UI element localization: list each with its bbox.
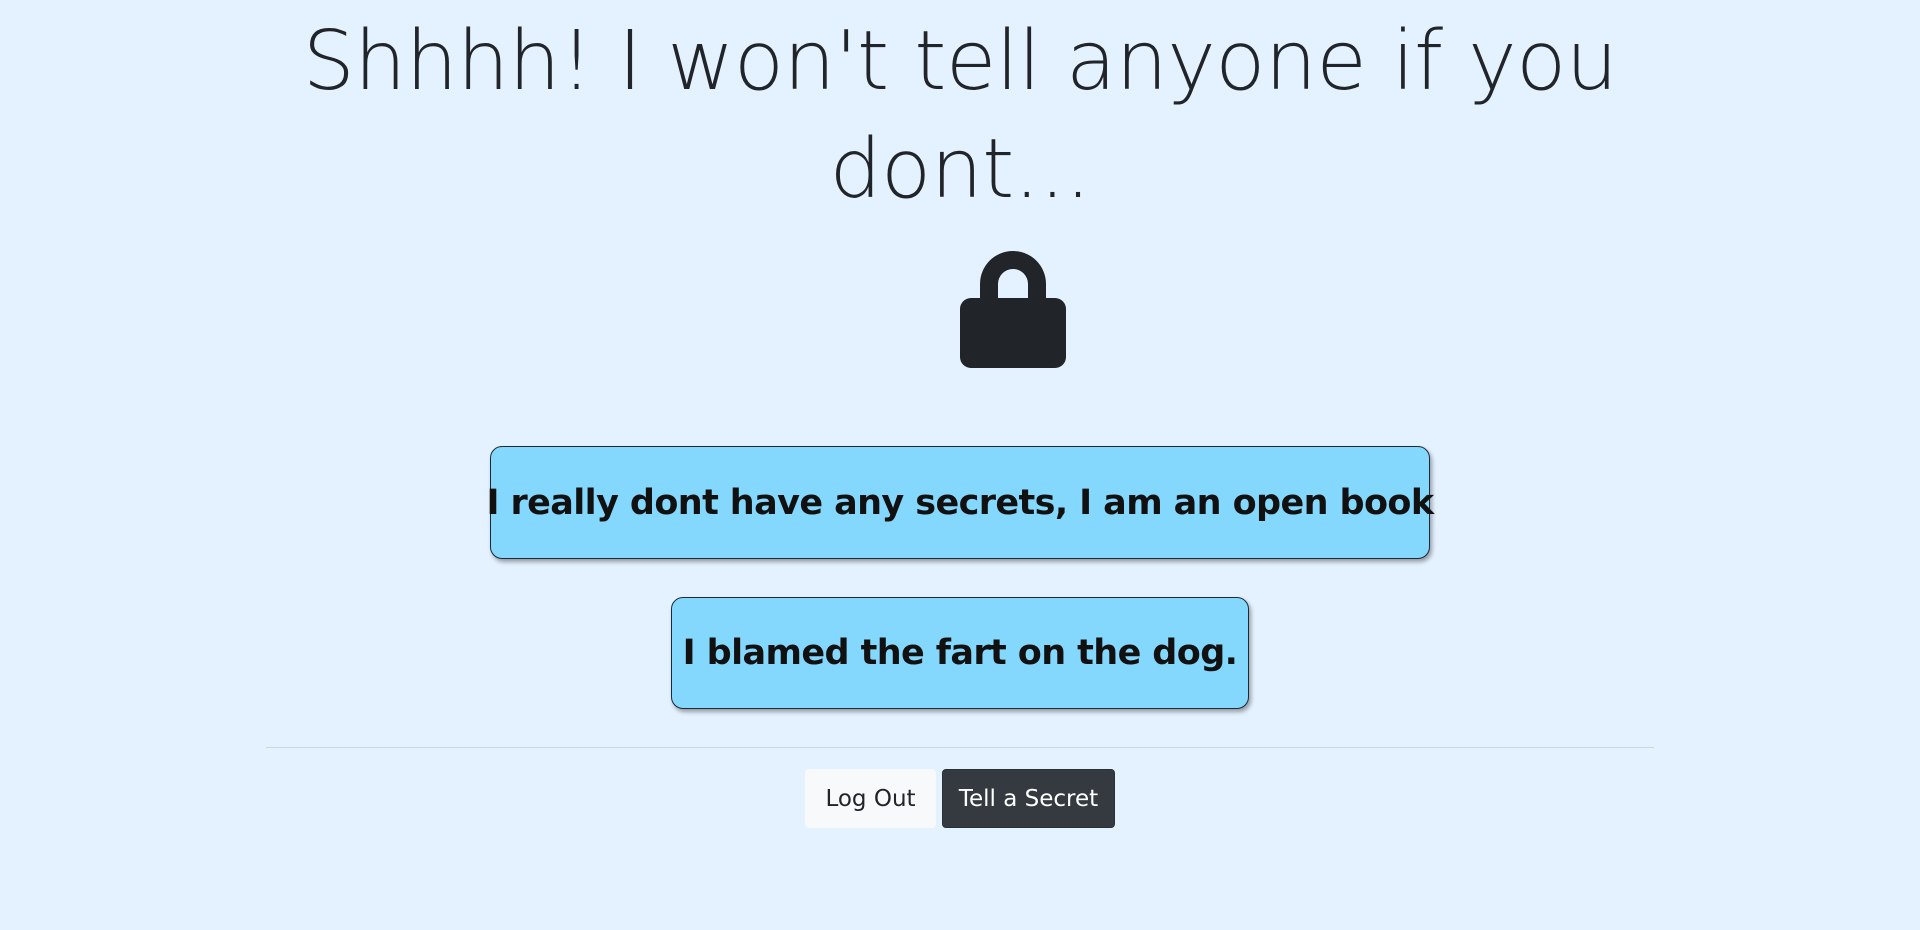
logout-button[interactable]: Log Out	[805, 769, 936, 828]
lock-icon	[958, 244, 1068, 368]
secret-card: I really dont have any secrets, I am an …	[486, 446, 1434, 559]
secrets-page: Shhhh! I won't tell anyone if you dont..…	[0, 0, 1920, 930]
action-buttons: Log Out Tell a Secret	[805, 769, 1115, 828]
divider	[266, 747, 1654, 748]
tell-secret-button[interactable]: Tell a Secret	[942, 769, 1115, 828]
page-heading: Shhhh! I won't tell anyone if you dont..…	[302, 14, 1618, 217]
secret-card: I blamed the fart on the dog.	[671, 597, 1249, 709]
